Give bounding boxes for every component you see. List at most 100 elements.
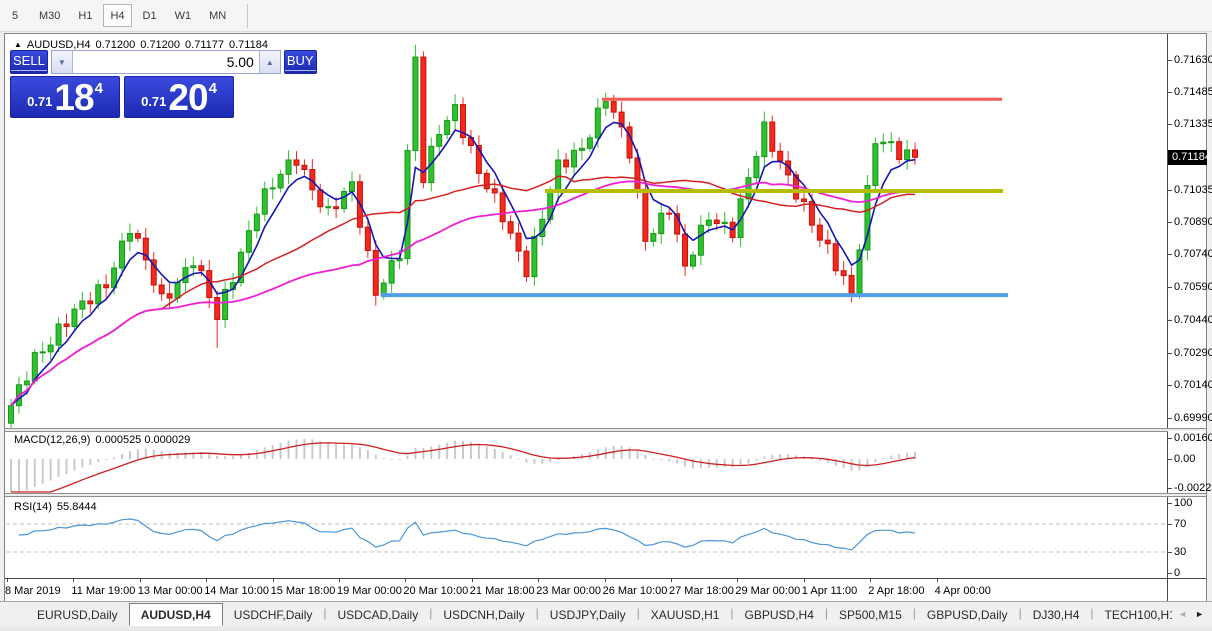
- time-tick-mark: [206, 579, 208, 582]
- price-axis-label: 0.70290: [1174, 346, 1212, 359]
- time-axis-label: 2 Apr 18:00: [868, 585, 925, 597]
- buy-button[interactable]: BUY: [283, 50, 317, 74]
- macd-axis-label: 0.001605: [1174, 432, 1212, 445]
- time-tick-mark: [7, 579, 8, 582]
- toolbar-separator: [247, 3, 249, 28]
- rsi-canvas[interactable]: [6, 498, 1166, 578]
- rsi-axis-label: 0: [1174, 567, 1181, 579]
- price-axis-label: 0.71630: [1174, 54, 1212, 66]
- timeframe-button-D1[interactable]: D1: [136, 4, 164, 27]
- panel-divider[interactable]: [5, 428, 1206, 432]
- timeframe-button-MN[interactable]: MN: [202, 4, 233, 27]
- time-tick-mark: [671, 579, 672, 582]
- time-axis-label: 20 Mar 10:00: [403, 585, 469, 597]
- rsi-axis-label: 30: [1174, 546, 1187, 558]
- macd-axis[interactable]: 0.001605 0.00 -0.002235: [1168, 431, 1212, 494]
- time-tick-mark: [471, 579, 473, 582]
- chart-tab-AUDUSD-H4[interactable]: AUDUSD,H4: [128, 603, 223, 626]
- axis-tick-mark: [1168, 124, 1172, 126]
- current-price-badge: 0.71184: [1168, 150, 1211, 166]
- timeframe-toolbar: 5 M30 H1 H4 D1 W1 MN: [0, 0, 1212, 32]
- sell-button-label: SELL: [11, 53, 47, 71]
- chart-tab-EURUSD-Daily[interactable]: EURUSD,Daily: [26, 605, 129, 626]
- volume-decrease-button[interactable]: ▼: [51, 51, 73, 73]
- chart-tab-GBPUSD-H4[interactable]: GBPUSD,H4: [734, 605, 825, 626]
- timeframe-button-M30[interactable]: M30: [32, 4, 67, 27]
- collapse-arrow-icon[interactable]: ▲: [14, 40, 22, 49]
- price-axis-label: 0.71485: [1174, 85, 1212, 98]
- time-tick-mark: [73, 579, 75, 582]
- timeframe-button-H1[interactable]: H1: [71, 4, 99, 27]
- sell-price-sup: 4: [94, 80, 103, 97]
- price-axis-label: 0.70590: [1174, 281, 1212, 294]
- tab-scroll-left-icon[interactable]: ◄: [1178, 609, 1187, 619]
- sell-button[interactable]: SELL: [10, 50, 48, 74]
- trading-terminal-window: 5 M30 H1 H4 D1 W1 MN ▲ AUDUSD,H4 0.71200 0.71200 0…: [0, 0, 1212, 631]
- buy-button-label: BUY: [284, 53, 316, 71]
- axis-tick-mark: [1168, 254, 1172, 256]
- axis-tick-mark: [1168, 287, 1172, 289]
- rsi-axis-label: 100: [1174, 497, 1193, 509]
- buy-price-prefix: 0.71: [141, 94, 167, 109]
- timeframe-button-W1[interactable]: W1: [168, 4, 199, 27]
- price-axis-label: 0.71035: [1174, 183, 1212, 196]
- macd-axis-label: -0.002235: [1174, 482, 1212, 495]
- time-axis-label: 26 Mar 10:00: [602, 585, 668, 597]
- timeframe-button-H4[interactable]: H4: [103, 4, 132, 27]
- chart-tab-USDCAD-Daily[interactable]: USDCAD,Daily: [327, 605, 430, 626]
- time-tick-mark: [139, 579, 141, 582]
- sell-price-button[interactable]: 0.71 18 4: [10, 76, 120, 118]
- time-axis-label: 13 Mar 00:00: [137, 585, 203, 597]
- rsi-axis-label: 70: [1174, 518, 1187, 530]
- chart-tab-USDCHF-Daily[interactable]: USDCHF,Daily: [223, 605, 324, 626]
- time-axis-label: 29 Mar 00:00: [735, 585, 801, 597]
- time-axis-label: 14 Mar 10:00: [204, 585, 270, 597]
- price-axis[interactable]: 0.71630 0.71485 0.71335 0.71035 0.70890 0.707…: [1168, 36, 1212, 428]
- chart-tab-DJ30-H4[interactable]: DJ30,H4: [1022, 605, 1091, 626]
- rsi-label: RSI(14) 55.8444: [14, 501, 97, 513]
- chart-tab-GBPUSD-Daily[interactable]: GBPUSD,Daily: [916, 605, 1019, 626]
- chevron-up-icon: ▲: [265, 57, 274, 67]
- chevron-down-icon: ▼: [57, 57, 66, 67]
- sell-price-big: 18: [54, 77, 94, 118]
- price-axis-label: 0.70740: [1174, 248, 1212, 261]
- axis-tick-mark: [1168, 418, 1172, 419]
- axis-tick-mark: [1168, 488, 1172, 490]
- chart-tab-USDCNH-Daily[interactable]: USDCNH,Daily: [432, 605, 535, 626]
- time-tick-mark: [272, 579, 274, 582]
- volume-increase-button[interactable]: ▲: [258, 51, 280, 73]
- macd-label: MACD(12,26,9) 0.000525 0.000029: [14, 434, 191, 446]
- sell-price-prefix: 0.71: [27, 94, 53, 109]
- axis-tick-mark: [1168, 503, 1172, 504]
- tab-scroll-right-icon[interactable]: ►: [1195, 609, 1204, 619]
- time-tick-mark: [538, 579, 540, 582]
- axis-tick-mark: [1168, 459, 1172, 460]
- chart-tab-SP500-M15[interactable]: SP500,M15: [828, 605, 913, 626]
- one-click-trading-panel: SELL ▼ ▲ BUY 0.71 18: [10, 50, 317, 118]
- time-axis[interactable]: 8 Mar 2019 11 Mar 19:00 13 Mar 00:00 14 Mar…: [5, 578, 1206, 601]
- window-resize-strip: [0, 626, 1212, 631]
- time-axis-label: 1 Apr 11:00: [801, 585, 858, 597]
- price-axis-label: 0.69990: [1174, 412, 1212, 424]
- axis-tick-mark: [1168, 552, 1172, 553]
- axis-tick-mark: [1168, 385, 1172, 387]
- chart-tab-XAUUSD-H1[interactable]: XAUUSD,H1: [640, 605, 731, 626]
- macd-axis-label: 0.00: [1174, 453, 1196, 465]
- rsi-axis[interactable]: 100 70 30 0: [1168, 497, 1206, 579]
- volume-input[interactable]: [72, 51, 259, 73]
- axis-tick-mark: [1168, 221, 1172, 223]
- axis-tick-mark: [1168, 319, 1172, 321]
- panel-divider[interactable]: [5, 493, 1206, 497]
- timeframe-button-5[interactable]: 5: [2, 4, 28, 27]
- buy-price-sup: 4: [208, 80, 217, 97]
- axis-tick-mark: [1168, 60, 1172, 61]
- chart-tab-USDJPY-Daily[interactable]: USDJPY,Daily: [539, 605, 637, 626]
- axis-tick-mark: [1168, 91, 1172, 93]
- time-axis-label: 27 Mar 18:00: [669, 585, 734, 597]
- price-axis-label: 0.71335: [1174, 118, 1212, 131]
- tab-scroll-arrows: ◄ ►: [1172, 602, 1212, 626]
- price-axis-label: 0.70440: [1174, 313, 1212, 326]
- buy-price-button[interactable]: 0.71 20 4: [124, 76, 234, 118]
- time-axis-label: 21 Mar 18:00: [469, 585, 535, 597]
- time-tick-mark: [405, 579, 407, 582]
